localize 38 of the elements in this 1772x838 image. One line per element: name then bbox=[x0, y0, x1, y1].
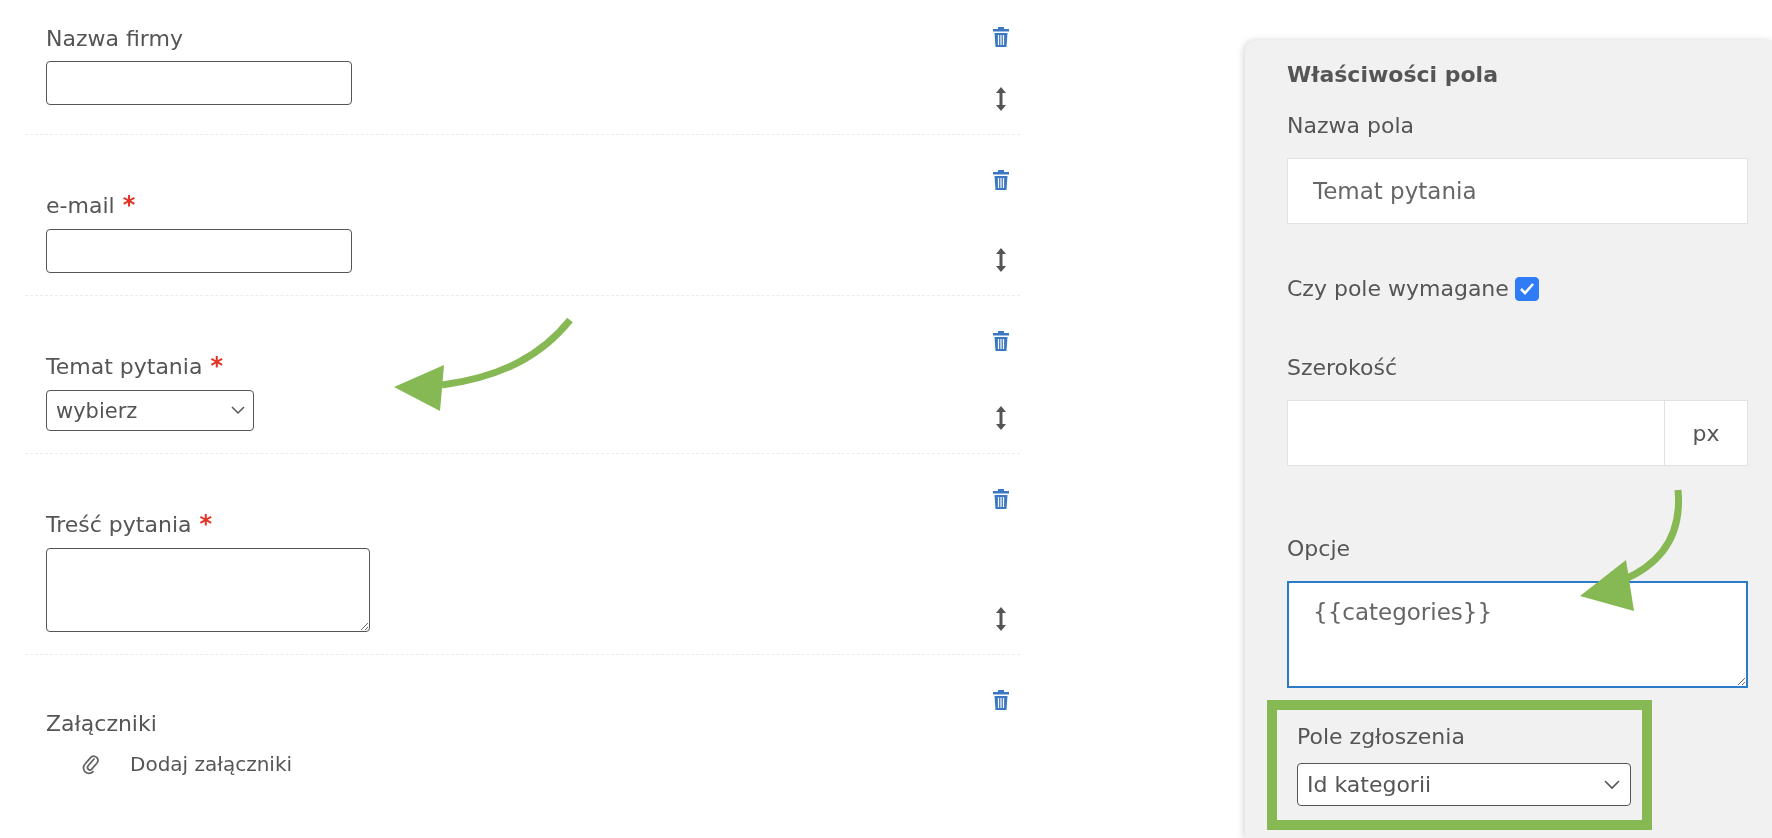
required-mark: * bbox=[122, 191, 136, 219]
field-label: Pole zgłoszenia bbox=[1297, 724, 1466, 749]
required-mark: * bbox=[199, 510, 213, 538]
trash-icon[interactable] bbox=[992, 169, 1010, 191]
field-label: Szerokość bbox=[1287, 355, 1399, 380]
trash-icon[interactable] bbox=[992, 330, 1010, 352]
paperclip-icon bbox=[82, 753, 100, 775]
vertical-resize-arrow-icon[interactable] bbox=[995, 606, 1007, 632]
unit-addon: px bbox=[1665, 400, 1748, 466]
field-label: Załączniki bbox=[46, 711, 157, 736]
text-area[interactable] bbox=[46, 548, 370, 632]
vertical-resize-arrow-icon[interactable] bbox=[995, 86, 1007, 112]
trash-icon[interactable] bbox=[992, 488, 1010, 510]
field-label: Treść pytania bbox=[46, 512, 192, 537]
field-label: Opcje bbox=[1287, 536, 1352, 561]
field-label: Nazwa pola bbox=[1287, 113, 1415, 138]
panel-title: Właściwości pola bbox=[1287, 62, 1499, 87]
chevron-down-icon bbox=[1604, 779, 1620, 790]
vertical-resize-arrow-icon[interactable] bbox=[995, 247, 1007, 273]
select-field[interactable]: wybierz bbox=[46, 390, 254, 431]
field-name-input[interactable]: Temat pytania bbox=[1287, 158, 1748, 224]
options-text-area[interactable]: {{categories}} bbox=[1287, 581, 1748, 688]
trash-icon[interactable] bbox=[992, 689, 1010, 711]
required-mark: * bbox=[210, 352, 223, 380]
width-input[interactable] bbox=[1287, 400, 1665, 466]
text-field[interactable] bbox=[46, 61, 352, 105]
field-label: Temat pytania bbox=[46, 354, 203, 379]
trash-icon[interactable] bbox=[992, 26, 1010, 48]
text-field[interactable] bbox=[46, 229, 352, 273]
field-label: Nazwa firmy bbox=[46, 26, 183, 51]
vertical-resize-arrow-icon[interactable] bbox=[995, 405, 1007, 431]
ticket-field-select[interactable]: Id kategorii bbox=[1297, 763, 1631, 806]
required-checkbox[interactable] bbox=[1514, 276, 1539, 301]
required-checkbox-label: Czy pole wymagane bbox=[1287, 276, 1509, 301]
add-attachments-link[interactable]: Dodaj załączniki bbox=[130, 752, 293, 776]
chevron-down-icon bbox=[231, 406, 245, 415]
field-label: e-mail bbox=[46, 193, 115, 218]
checkmark-icon bbox=[1518, 281, 1535, 296]
